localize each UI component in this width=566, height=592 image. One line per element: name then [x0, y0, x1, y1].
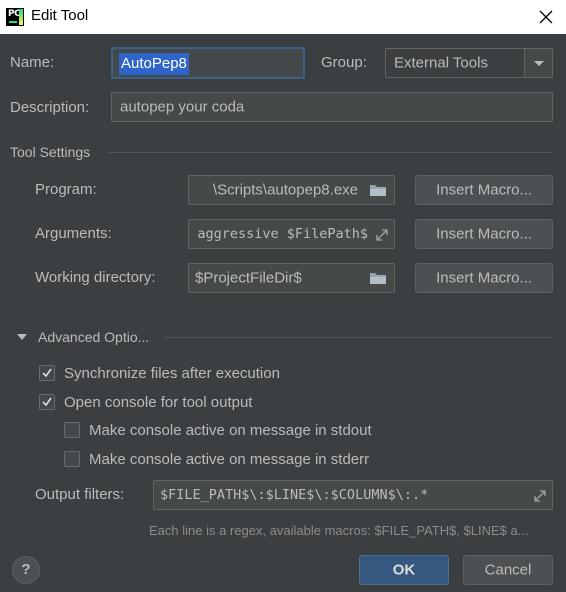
- expand-icon: [534, 490, 546, 502]
- arguments-label: Arguments:: [35, 225, 112, 242]
- close-button[interactable]: [534, 5, 558, 29]
- ok-button[interactable]: OK: [359, 555, 449, 585]
- arguments-input[interactable]: aggressive $FilePath$: [188, 219, 395, 249]
- tool-settings-divider: [108, 152, 553, 153]
- description-label: Description:: [10, 99, 90, 116]
- arguments-input-value: aggressive $FilePath$: [197, 226, 368, 242]
- working-directory-insert-macro-button[interactable]: Insert Macro...: [415, 263, 553, 293]
- open-console-checkbox[interactable]: [39, 394, 55, 410]
- tool-settings-header: Tool Settings: [10, 144, 91, 160]
- advanced-toggle-button[interactable]: [14, 329, 30, 345]
- console-active-stderr-label: Make console active on message in stderr: [89, 451, 370, 468]
- group-dropdown-button[interactable]: [524, 49, 552, 77]
- name-input-value: AutoPep8: [119, 53, 189, 75]
- sync-files-checkbox[interactable]: [39, 365, 55, 381]
- description-input[interactable]: autopep your coda: [111, 92, 553, 122]
- output-filters-label: Output filters:: [35, 486, 125, 503]
- pycharm-logo-icon: PC: [6, 8, 24, 26]
- ok-button-label: OK: [392, 561, 416, 579]
- output-filters-expand-button[interactable]: [528, 481, 552, 509]
- chevron-down-icon: [534, 61, 544, 66]
- program-input-value: \Scripts\autopep8.exe: [212, 181, 358, 199]
- arguments-insert-macro-button[interactable]: Insert Macro...: [415, 219, 553, 249]
- working-directory-input-value: $ProjectFileDir$: [195, 269, 302, 287]
- expand-icon: [376, 229, 388, 241]
- checkmark-icon: [42, 397, 52, 407]
- output-filters-input[interactable]: $FILE_PATH$\:$LINE$\:$COLUMN$\:.*: [153, 480, 553, 510]
- arguments-expand-button[interactable]: [370, 220, 394, 248]
- arguments-insert-macro-label: Insert Macro...: [436, 225, 532, 243]
- triangle-down-icon: [17, 334, 27, 340]
- checkmark-icon: [42, 368, 52, 378]
- name-label: Name:: [10, 54, 55, 71]
- group-select[interactable]: External Tools: [385, 48, 553, 78]
- name-input[interactable]: AutoPep8: [111, 47, 305, 79]
- question-mark-icon: ?: [21, 561, 31, 578]
- console-active-stdout-label: Make console active on message in stdout: [89, 422, 372, 439]
- program-input[interactable]: \Scripts\autopep8.exe: [188, 175, 395, 205]
- help-button[interactable]: ?: [12, 556, 40, 584]
- program-browse-button[interactable]: [362, 176, 394, 204]
- working-directory-browse-button[interactable]: [362, 264, 394, 292]
- close-icon: [539, 10, 553, 24]
- cancel-button-label: Cancel: [484, 561, 532, 579]
- advanced-options-header: Advanced Optio...: [38, 329, 150, 345]
- output-filters-hint: Each line is a regex, available macros: …: [149, 523, 529, 538]
- output-filters-input-value: $FILE_PATH$\:$LINE$\:$COLUMN$\:.*: [160, 487, 429, 503]
- working-directory-input[interactable]: $ProjectFileDir$: [188, 263, 395, 293]
- console-active-stderr-checkbox[interactable]: [64, 451, 80, 467]
- group-label: Group:: [321, 54, 367, 71]
- sync-files-label: Synchronize files after execution: [64, 365, 280, 382]
- description-input-value: autopep your coda: [120, 98, 245, 116]
- working-directory-insert-macro-label: Insert Macro...: [436, 269, 532, 287]
- window-title: Edit Tool: [31, 7, 89, 24]
- cancel-button[interactable]: Cancel: [463, 555, 553, 585]
- folder-icon: [370, 273, 386, 284]
- title-bar: PC Edit Tool: [0, 0, 566, 34]
- group-select-value: External Tools: [394, 54, 488, 72]
- program-insert-macro-label: Insert Macro...: [436, 181, 532, 199]
- console-active-stdout-checkbox[interactable]: [64, 422, 80, 438]
- working-directory-label: Working directory:: [35, 269, 156, 286]
- open-console-label: Open console for tool output: [64, 394, 253, 411]
- program-label: Program:: [35, 181, 97, 198]
- folder-icon: [370, 185, 386, 196]
- advanced-options-divider: [164, 337, 553, 338]
- program-insert-macro-button[interactable]: Insert Macro...: [415, 175, 553, 205]
